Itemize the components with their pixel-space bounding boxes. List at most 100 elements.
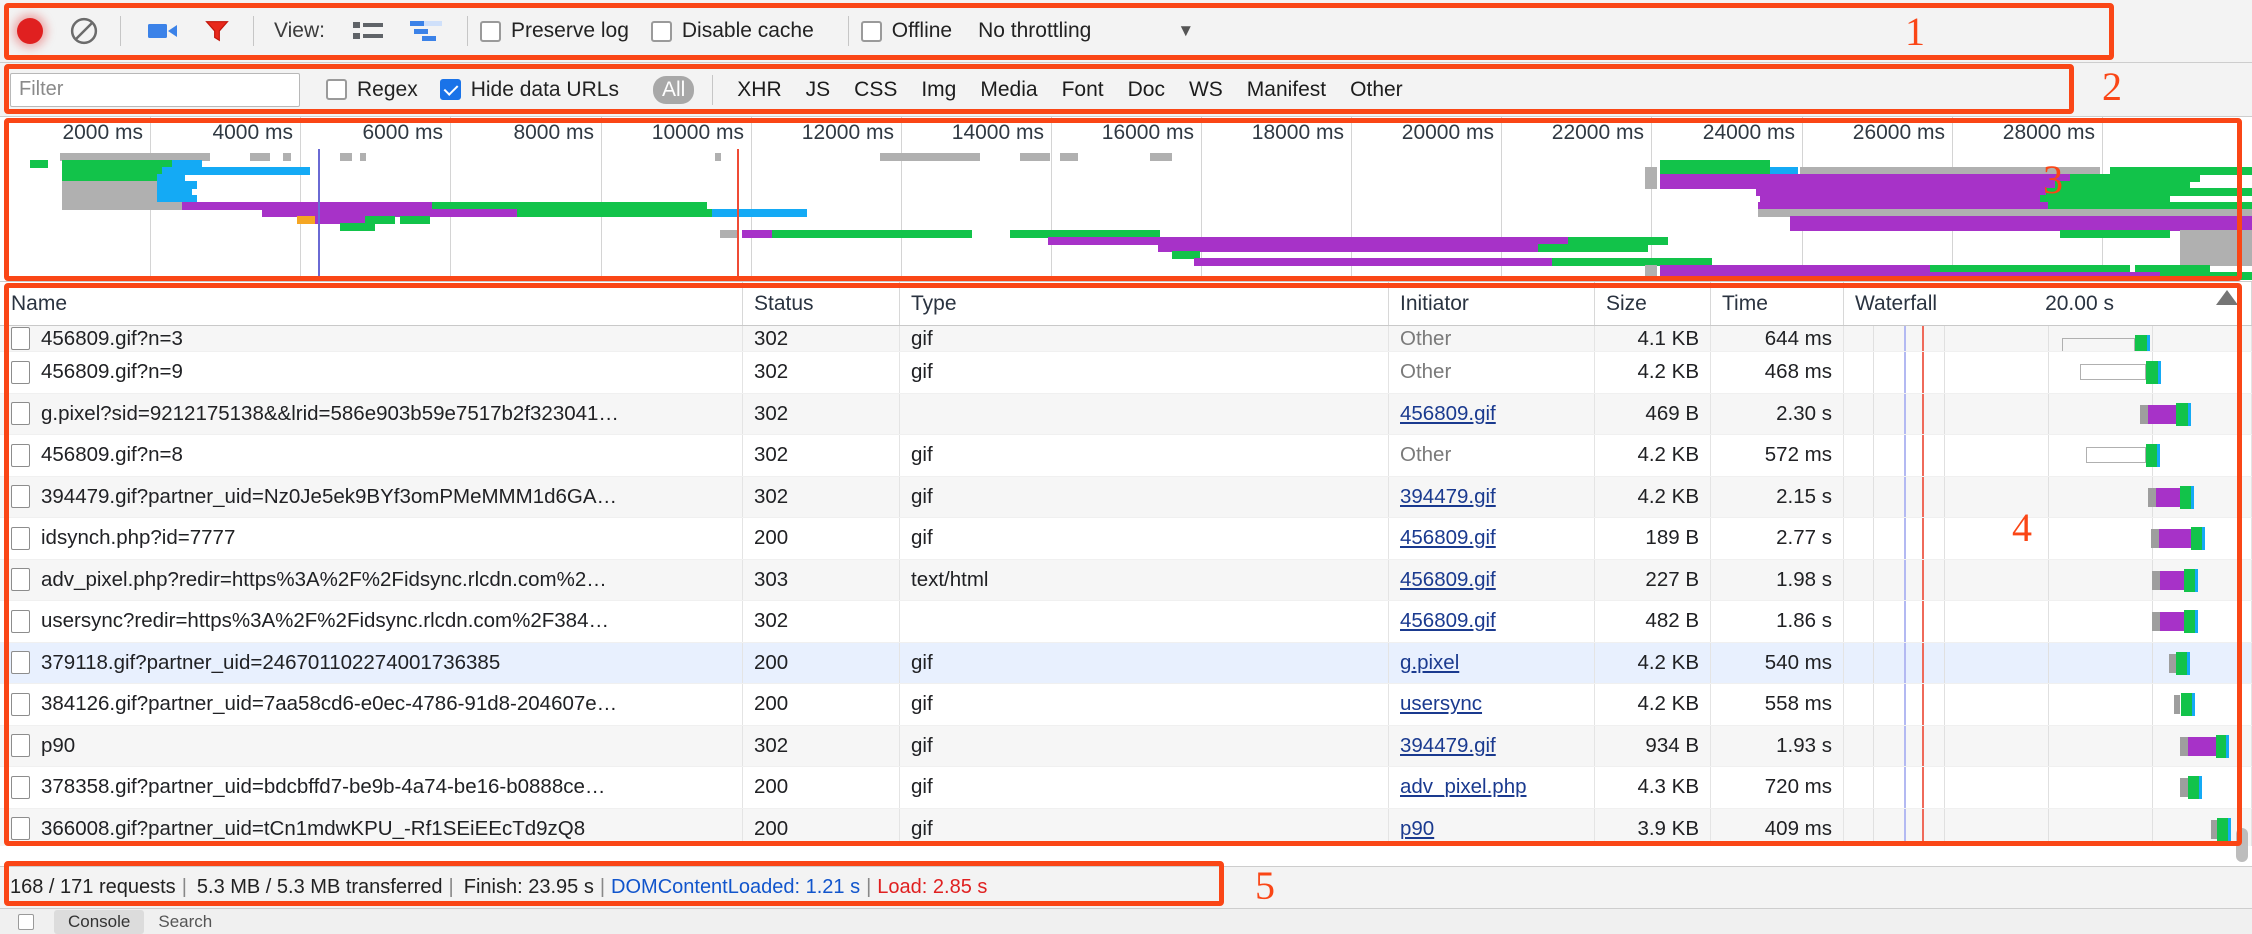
disable-cache-checkbox[interactable]: Disable cache <box>650 19 814 43</box>
network-overview-timeline[interactable]: 2000 ms 4000 ms 6000 ms 8000 ms 10000 ms 1200… <box>0 117 2252 282</box>
filter-type-xhr[interactable]: XHR <box>737 78 781 102</box>
cell-initiator[interactable]: 394479.gif <box>1389 476 1595 517</box>
cell-initiator[interactable]: Other <box>1389 352 1595 393</box>
initiator-link[interactable]: 394479.gif <box>1400 485 1496 509</box>
initiator-link[interactable]: 456809.gif <box>1400 568 1496 592</box>
drawer-checkbox-icon[interactable] <box>18 913 34 930</box>
cell-name[interactable]: adv_pixel.php?redir=https%3A%2F%2Fidsync… <box>0 559 743 600</box>
table-row[interactable]: 384126.gif?partner_uid=7aa58cd6-e0ec-478… <box>0 684 2252 726</box>
column-header-name[interactable]: Name <box>0 282 743 325</box>
row-checkbox[interactable] <box>11 485 30 509</box>
filter-type-img[interactable]: Img <box>921 78 956 102</box>
column-header-status[interactable]: Status <box>743 282 900 325</box>
cell-name[interactable]: usersync?redir=https%3A%2F%2Fidsync.rlcd… <box>0 601 743 642</box>
filter-type-doc[interactable]: Doc <box>1128 78 1165 102</box>
capture-screenshots-button[interactable] <box>139 7 187 55</box>
table-row[interactable]: g.pixel?sid=9212175138&&lrid=586e903b59e… <box>0 393 2252 435</box>
filter-type-font[interactable]: Font <box>1062 78 1104 102</box>
filter-type-manifest[interactable]: Manifest <box>1247 78 1326 102</box>
row-checkbox[interactable] <box>11 402 30 426</box>
column-header-type[interactable]: Type <box>900 282 1389 325</box>
offline-checkbox[interactable]: Offline <box>860 19 952 43</box>
preserve-log-checkbox[interactable]: Preserve log <box>479 19 629 43</box>
initiator-link[interactable]: 456809.gif <box>1400 526 1496 550</box>
filter-type-css[interactable]: CSS <box>854 78 897 102</box>
filter-type-other[interactable]: Other <box>1350 78 1403 102</box>
row-checkbox[interactable] <box>11 775 30 799</box>
table-row[interactable]: idsynch.php?id=7777 200 gif 456809.gif 189 B… <box>0 518 2252 560</box>
column-header-waterfall[interactable]: Waterfall 20.00 s <box>1844 282 2252 325</box>
throttling-select-value[interactable]: No throttling <box>978 19 1091 43</box>
cell-name[interactable]: idsynch.php?id=7777 <box>0 518 743 559</box>
regex-checkbox[interactable]: Regex <box>326 78 418 102</box>
table-row[interactable]: 456809.gif?n=8 302 gif Other 4.2 KB 572 ms <box>0 435 2252 477</box>
column-header-initiator[interactable]: Initiator <box>1389 282 1595 325</box>
table-row[interactable]: 394479.gif?partner_uid=Nz0Je5ek9BYf3omPM… <box>0 476 2252 518</box>
initiator-link[interactable]: adv_pixel.php <box>1400 775 1527 799</box>
filter-input[interactable] <box>10 72 300 107</box>
column-header-time[interactable]: Time <box>1711 282 1844 325</box>
cell-name[interactable]: 456809.gif?n=8 <box>0 435 743 476</box>
filter-type-js[interactable]: JS <box>806 78 831 102</box>
table-row[interactable]: 366008.gif?partner_uid=tCn1mdwKPU_-Rf1SE… <box>0 808 2252 846</box>
row-checkbox[interactable] <box>11 327 30 350</box>
table-row[interactable]: 456809.gif?n=3 302 gif Other 4.1 KB 644 ms <box>0 326 2252 352</box>
cell-name[interactable]: 378358.gif?partner_uid=bdcbffd7-be9b-4a7… <box>0 767 743 808</box>
filter-toggle-button[interactable] <box>193 7 241 55</box>
requests-table-body[interactable]: 456809.gif?n=3 302 gif Other 4.1 KB 644 ms 456… <box>0 326 2252 846</box>
cell-initiator[interactable]: usersync <box>1389 684 1595 725</box>
cell-initiator[interactable]: 456809.gif <box>1389 559 1595 600</box>
cell-initiator[interactable]: 456809.gif <box>1389 518 1595 559</box>
row-checkbox[interactable] <box>11 360 30 384</box>
table-row[interactable]: usersync?redir=https%3A%2F%2Fidsync.rlcd… <box>0 601 2252 643</box>
row-checkbox[interactable] <box>11 734 30 758</box>
chevron-down-icon[interactable]: ▼ <box>1177 21 1194 41</box>
row-checkbox[interactable] <box>11 651 30 675</box>
view-list-button[interactable] <box>347 14 389 48</box>
table-row[interactable]: 456809.gif?n=9 302 gif Other 4.2 KB 468 ms <box>0 352 2252 394</box>
hide-data-urls-checkbox[interactable]: Hide data URLs <box>439 78 619 102</box>
row-checkbox[interactable] <box>11 526 30 550</box>
cell-name[interactable]: 394479.gif?partner_uid=Nz0Je5ek9BYf3omPM… <box>0 476 743 517</box>
table-row[interactable]: 378358.gif?partner_uid=bdcbffd7-be9b-4a7… <box>0 767 2252 809</box>
view-waterfall-button[interactable] <box>405 14 447 48</box>
cell-name[interactable]: 384126.gif?partner_uid=7aa58cd6-e0ec-478… <box>0 684 743 725</box>
table-row[interactable]: p90 302 gif 394479.gif 934 B 1.93 s <box>0 725 2252 767</box>
cell-initiator[interactable]: Other <box>1389 435 1595 476</box>
row-checkbox[interactable] <box>11 609 30 633</box>
cell-initiator[interactable]: Other <box>1389 326 1595 351</box>
initiator-link[interactable]: p90 <box>1400 817 1434 841</box>
cell-name[interactable]: g.pixel?sid=9212175138&&lrid=586e903b59e… <box>0 393 743 434</box>
row-checkbox[interactable] <box>11 817 30 841</box>
vertical-scrollbar[interactable] <box>2236 828 2248 862</box>
cell-initiator[interactable]: adv_pixel.php <box>1389 767 1595 808</box>
row-checkbox[interactable] <box>11 692 30 716</box>
clear-button[interactable] <box>60 7 108 55</box>
cell-initiator[interactable]: g.pixel <box>1389 642 1595 683</box>
cell-initiator[interactable]: 394479.gif <box>1389 725 1595 766</box>
cell-name[interactable]: p90 <box>0 725 743 766</box>
cell-name[interactable]: 456809.gif?n=3 <box>0 326 743 351</box>
row-checkbox[interactable] <box>11 568 30 592</box>
filter-type-all[interactable]: All <box>652 75 695 104</box>
record-button[interactable] <box>6 7 54 55</box>
cell-name[interactable]: 379118.gif?partner_uid=24670110227400173… <box>0 642 743 683</box>
cell-initiator[interactable]: p90 <box>1389 808 1595 846</box>
cell-initiator[interactable]: 456809.gif <box>1389 393 1595 434</box>
drawer-tab-search[interactable]: Search <box>158 912 212 932</box>
initiator-link[interactable]: g.pixel <box>1400 651 1459 675</box>
cell-name[interactable]: 366008.gif?partner_uid=tCn1mdwKPU_-Rf1SE… <box>0 808 743 846</box>
row-checkbox[interactable] <box>11 443 30 467</box>
filter-type-ws[interactable]: WS <box>1189 78 1223 102</box>
drawer-tab-console[interactable]: Console <box>54 909 145 934</box>
initiator-link[interactable]: 394479.gif <box>1400 734 1496 758</box>
column-header-size[interactable]: Size <box>1595 282 1711 325</box>
filter-type-media[interactable]: Media <box>980 78 1037 102</box>
table-row[interactable]: adv_pixel.php?redir=https%3A%2F%2Fidsync… <box>0 559 2252 601</box>
initiator-link[interactable]: 456809.gif <box>1400 609 1496 633</box>
initiator-link[interactable]: usersync <box>1400 692 1482 716</box>
cell-initiator[interactable]: 456809.gif <box>1389 601 1595 642</box>
initiator-link[interactable]: 456809.gif <box>1400 402 1496 426</box>
cell-name[interactable]: 456809.gif?n=9 <box>0 352 743 393</box>
table-row[interactable]: 379118.gif?partner_uid=24670110227400173… <box>0 642 2252 684</box>
